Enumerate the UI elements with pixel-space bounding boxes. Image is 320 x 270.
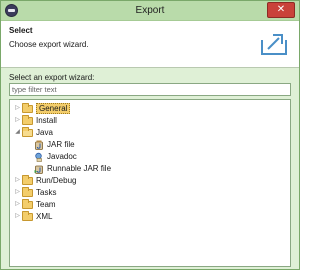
- expand-arrow-icon[interactable]: ▷: [14, 176, 21, 185]
- export-icon: [261, 34, 287, 55]
- tree-item-runnable-jar[interactable]: Runnable JAR file: [34, 163, 111, 174]
- tree-item-run-debug[interactable]: ▷ Run/Debug: [14, 174, 77, 186]
- close-button[interactable]: ✕: [267, 2, 295, 18]
- wizard-tree[interactable]: ▷ General ▷ Install ◢ Java JAR file Java…: [9, 99, 291, 267]
- tree-item-label: JAR file: [47, 140, 75, 149]
- tree-item-label: General: [36, 103, 71, 114]
- expand-arrow-icon[interactable]: ▷: [14, 200, 21, 209]
- wizard-label: Select an export wizard:: [9, 73, 95, 82]
- folder-open-icon: [22, 126, 33, 137]
- export-dialog: Export ✕ Select Choose export wizard. Se…: [0, 0, 300, 270]
- folder-icon: [22, 198, 33, 209]
- collapse-arrow-icon[interactable]: ◢: [14, 128, 21, 137]
- title-bar[interactable]: Export ✕: [1, 1, 299, 21]
- expand-arrow-icon[interactable]: ▷: [14, 188, 21, 197]
- tree-item-jar-file[interactable]: JAR file: [34, 139, 75, 150]
- tree-item-label: Runnable JAR file: [47, 164, 112, 173]
- tree-item-install[interactable]: ▷ Install: [14, 114, 57, 126]
- expand-arrow-icon[interactable]: ▷: [14, 116, 21, 125]
- tree-item-label: Install: [36, 116, 57, 125]
- tree-item-team[interactable]: ▷ Team: [14, 198, 56, 210]
- javadoc-icon: [35, 152, 42, 162]
- page-description: Choose export wizard.: [9, 40, 89, 49]
- wizard-header: Select Choose export wizard.: [1, 21, 299, 68]
- folder-icon: [22, 114, 33, 125]
- folder-icon: [22, 102, 33, 113]
- tree-item-tasks[interactable]: ▷ Tasks: [14, 186, 57, 198]
- folder-icon: [22, 210, 33, 221]
- tree-item-label: Run/Debug: [36, 176, 77, 185]
- jar-file-icon: [35, 140, 43, 150]
- page-title: Select: [9, 26, 33, 35]
- folder-icon: [22, 186, 33, 197]
- tree-item-general[interactable]: ▷ General: [14, 102, 71, 114]
- tree-item-xml[interactable]: ▷ XML: [14, 210, 53, 222]
- tree-item-label: Java: [36, 128, 53, 137]
- wizard-body: Select an export wizard: ▷ General ▷ Ins…: [1, 68, 299, 269]
- window-title: Export: [135, 5, 165, 16]
- expand-arrow-icon[interactable]: ▷: [14, 212, 21, 221]
- tree-item-java[interactable]: ◢ Java: [14, 126, 53, 138]
- folder-icon: [22, 174, 33, 185]
- filter-input[interactable]: [9, 83, 291, 96]
- runnable-jar-icon: [34, 165, 43, 174]
- expand-arrow-icon[interactable]: ▷: [14, 104, 21, 113]
- tree-item-label: XML: [36, 212, 53, 221]
- tree-item-label: Team: [36, 200, 56, 209]
- tree-item-label: Tasks: [36, 188, 57, 197]
- tree-item-label: Javadoc: [47, 152, 77, 161]
- tree-item-javadoc[interactable]: Javadoc: [34, 151, 77, 162]
